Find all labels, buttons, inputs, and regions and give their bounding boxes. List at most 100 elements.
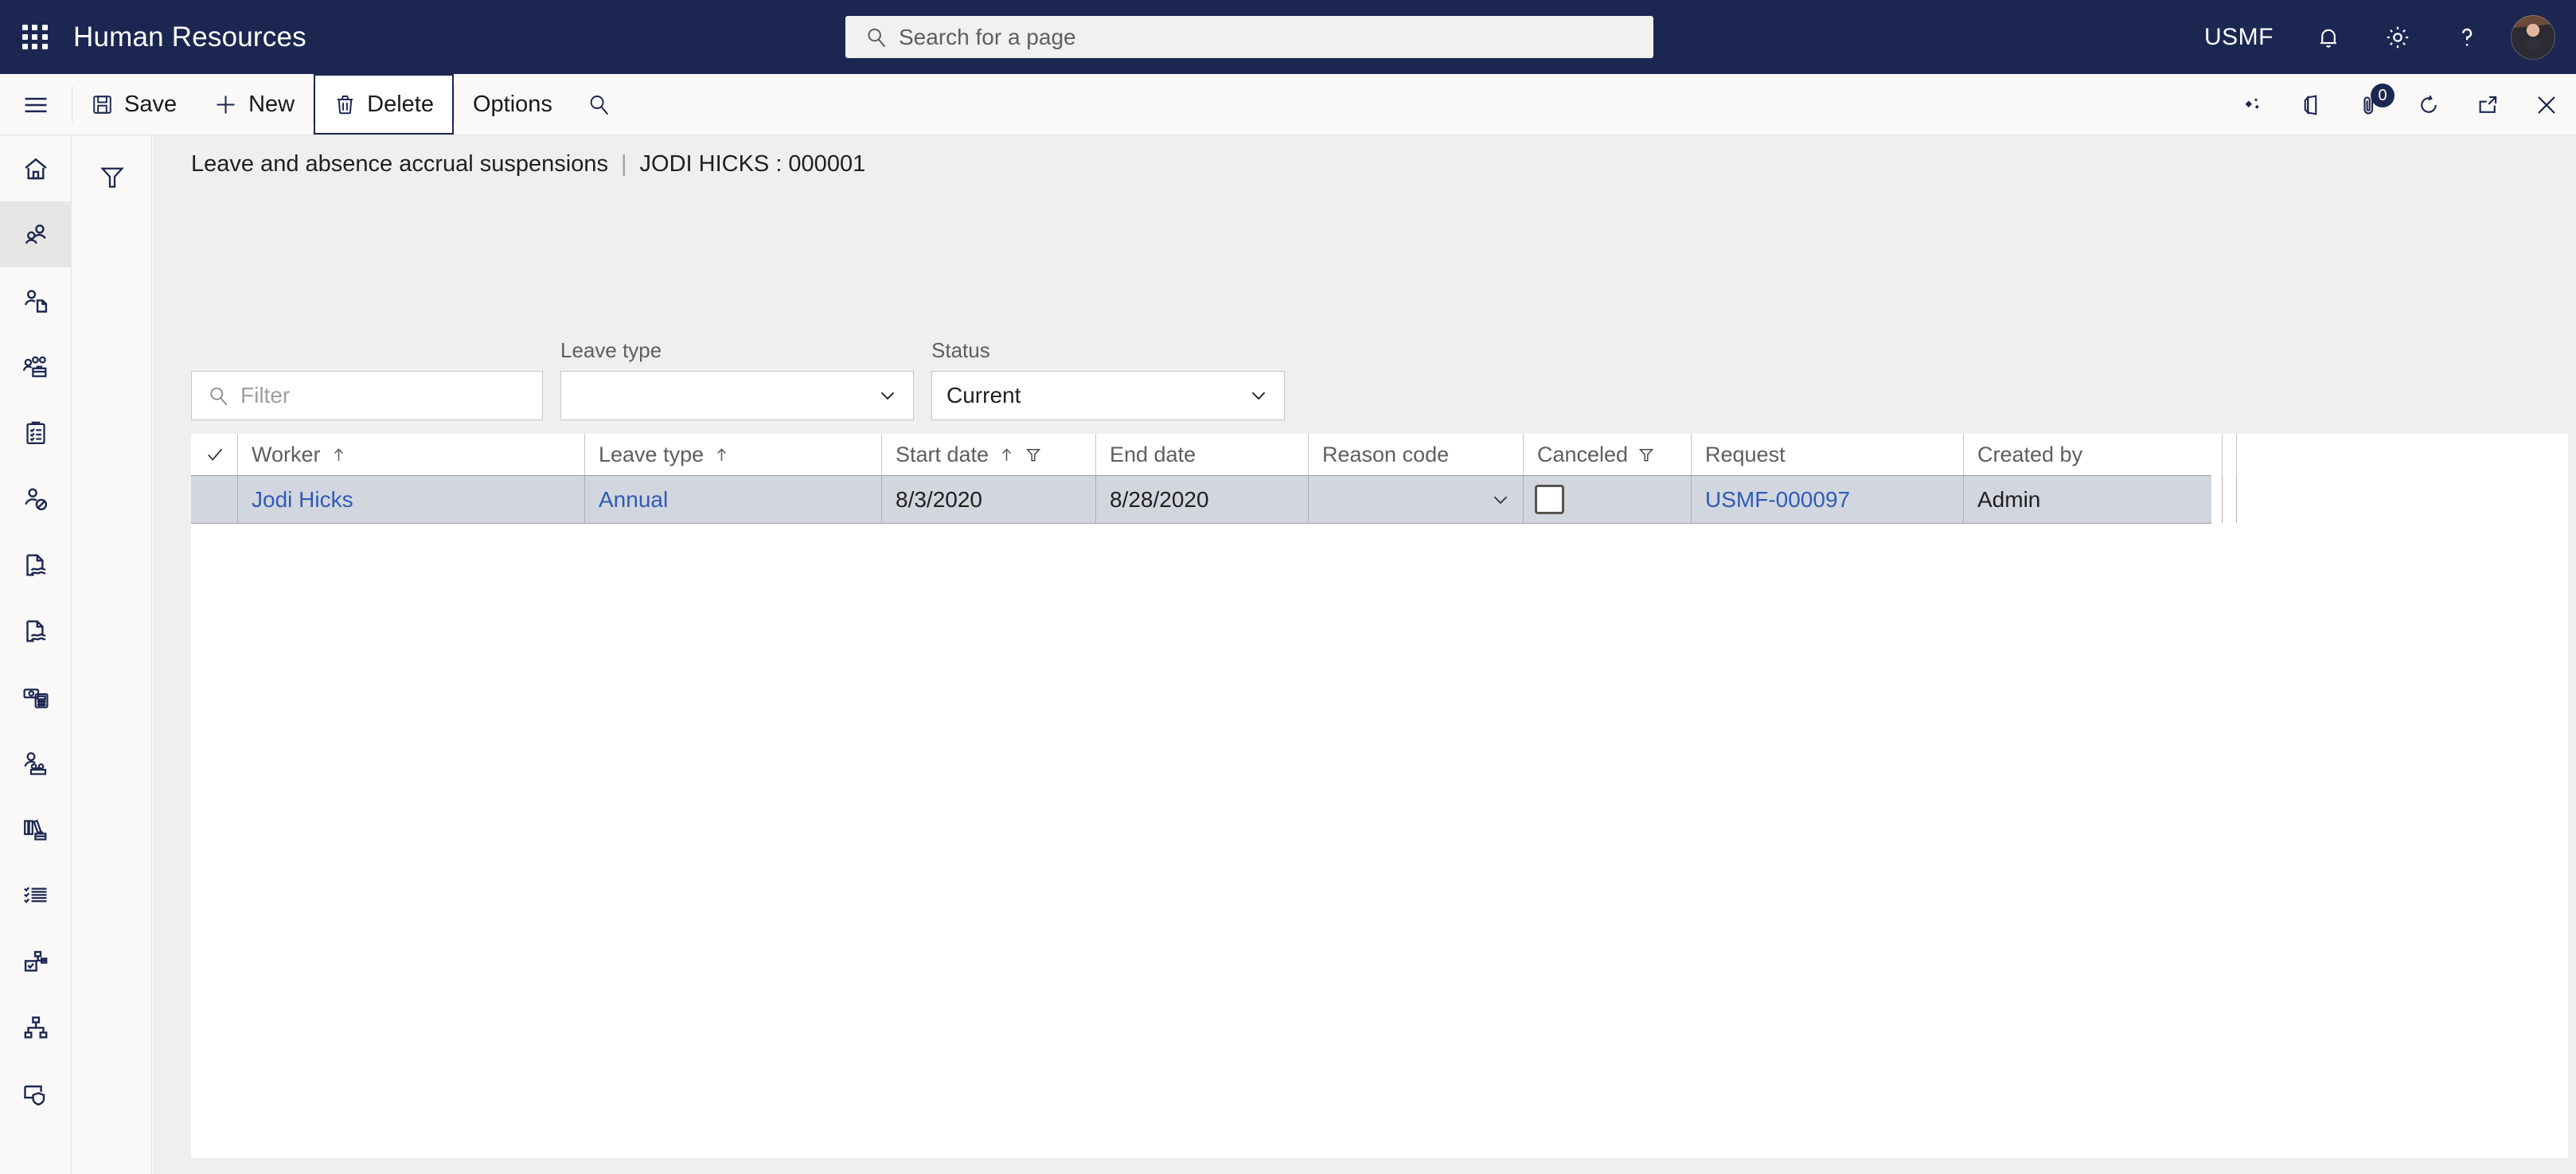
sidebar-item-employment[interactable] bbox=[0, 532, 72, 598]
leave-type-label: Leave type bbox=[560, 338, 662, 362]
save-disk-icon bbox=[91, 93, 114, 116]
cell-request[interactable]: USMF-000097 bbox=[1692, 476, 1964, 523]
sidebar-item-teams[interactable] bbox=[0, 333, 72, 400]
select-all-column-header[interactable] bbox=[191, 434, 238, 475]
command-bar-right-actions: 0 bbox=[2223, 74, 2576, 135]
delete-button[interactable]: Delete bbox=[314, 74, 454, 135]
sidebar-item-benefits[interactable] bbox=[0, 730, 72, 796]
refresh-circle-icon[interactable] bbox=[2399, 74, 2458, 135]
sidebar-item-tasks[interactable] bbox=[0, 400, 72, 466]
sidebar-item-leave-and-absence[interactable] bbox=[0, 466, 72, 532]
breadcrumb-separator: | bbox=[620, 151, 627, 177]
cell-created-by[interactable]: Admin bbox=[1964, 476, 2223, 523]
chevron-down-icon bbox=[1247, 384, 1284, 407]
close-x-icon[interactable] bbox=[2517, 74, 2576, 135]
new-button[interactable]: New bbox=[195, 74, 313, 135]
trash-can-icon bbox=[334, 93, 357, 116]
top-navigation-bar: Human Resources Search for a page USMF bbox=[0, 0, 2576, 74]
status-field: Status Current bbox=[931, 338, 1285, 420]
column-header-worker[interactable]: Worker bbox=[238, 434, 585, 475]
filter-pane bbox=[72, 135, 152, 1174]
hamburger-menu-icon[interactable] bbox=[0, 74, 72, 135]
column-header-reason-code[interactable]: Reason code bbox=[1309, 434, 1524, 475]
sidebar-item-workforce-management[interactable] bbox=[0, 201, 72, 267]
sidebar-item-compensation[interactable] bbox=[0, 664, 72, 730]
filter-funnel-icon[interactable] bbox=[88, 153, 136, 201]
sort-ascending-icon bbox=[998, 447, 1015, 463]
column-header-created-by[interactable]: Created by bbox=[1964, 434, 2223, 475]
search-input[interactable]: Filter bbox=[191, 371, 543, 420]
save-button[interactable]: Save bbox=[72, 74, 195, 135]
cell-filler bbox=[2223, 476, 2237, 523]
table-row[interactable]: Jodi Hicks Annual 8/3/2020 8/28/2020 USM… bbox=[191, 476, 2237, 524]
column-header-request[interactable]: Request bbox=[1692, 434, 1964, 475]
filter-funnel-icon[interactable] bbox=[1025, 446, 1042, 463]
sidebar-item-home[interactable] bbox=[0, 135, 72, 201]
content-area: Leave and absence accrual suspensions | … bbox=[153, 135, 2576, 1174]
cell-worker[interactable]: Jodi Hicks bbox=[238, 476, 585, 523]
open-in-new-window-icon[interactable] bbox=[2458, 74, 2517, 135]
search-icon bbox=[208, 385, 229, 407]
column-header-leave-type[interactable]: Leave type bbox=[585, 434, 882, 475]
chevron-down-icon bbox=[876, 384, 913, 407]
cell-end-date[interactable]: 8/28/2020 bbox=[1096, 476, 1309, 523]
column-header-canceled[interactable]: Canceled bbox=[1524, 434, 1692, 475]
attachment-clip-icon[interactable]: 0 bbox=[2340, 74, 2399, 135]
delete-button-label: Delete bbox=[367, 91, 434, 117]
column-header-label: Worker bbox=[252, 442, 321, 466]
sidebar-item-positions[interactable] bbox=[0, 928, 72, 994]
status-select[interactable]: Current bbox=[931, 371, 1285, 420]
status-value: Current bbox=[946, 383, 1021, 408]
cell-leave-type[interactable]: Annual bbox=[585, 476, 882, 523]
column-header-filler bbox=[2223, 434, 2237, 475]
global-search-placeholder: Search for a page bbox=[899, 24, 1076, 49]
avatar[interactable] bbox=[2511, 14, 2555, 60]
new-button-label: New bbox=[248, 91, 295, 117]
column-header-start-date[interactable]: Start date bbox=[882, 434, 1096, 475]
question-mark-icon[interactable] bbox=[2433, 0, 2501, 74]
filter-funnel-icon[interactable] bbox=[1637, 446, 1655, 463]
column-header-label: Request bbox=[1705, 442, 1786, 466]
global-search-box[interactable]: Search for a page bbox=[845, 16, 1653, 58]
search-input-placeholder: Filter bbox=[240, 383, 291, 408]
sidebar-item-organization[interactable] bbox=[0, 994, 72, 1060]
company-selector[interactable]: USMF bbox=[2184, 0, 2294, 74]
column-header-label: End date bbox=[1110, 442, 1196, 466]
sidebar-item-recruitment[interactable] bbox=[0, 267, 72, 333]
cell-reason-code[interactable] bbox=[1309, 476, 1524, 523]
waffle-grid-icon[interactable] bbox=[18, 20, 53, 55]
grid-header-row: Worker Leave type Start date End date Re… bbox=[191, 434, 2237, 476]
attachment-count-badge: 0 bbox=[2371, 84, 2395, 107]
search-icon[interactable] bbox=[571, 74, 628, 135]
sidebar-item-security[interactable] bbox=[0, 1060, 72, 1126]
quick-filter-field: Filter bbox=[191, 338, 543, 420]
plus-icon bbox=[213, 92, 238, 117]
search-icon bbox=[865, 26, 888, 49]
leave-type-field: Leave type bbox=[560, 338, 914, 420]
sidebar-item-questionnaires[interactable] bbox=[0, 862, 72, 928]
sidebar-item-contracts[interactable] bbox=[0, 598, 72, 664]
sort-ascending-icon bbox=[330, 447, 347, 463]
office-apps-icon[interactable] bbox=[2281, 74, 2340, 135]
cell-start-date[interactable]: 8/3/2020 bbox=[882, 476, 1096, 523]
command-bar: Save New Delete Options 0 bbox=[0, 74, 2576, 135]
save-button-label: Save bbox=[124, 91, 178, 117]
column-header-label: Leave type bbox=[599, 442, 704, 466]
data-grid: Worker Leave type Start date End date Re… bbox=[191, 434, 2568, 1158]
canceled-checkbox[interactable] bbox=[1535, 485, 1564, 514]
app-title: Human Resources bbox=[73, 21, 306, 53]
column-header-label: Reason code bbox=[1322, 442, 1450, 466]
bell-icon[interactable] bbox=[2294, 0, 2363, 74]
options-button[interactable]: Options bbox=[455, 74, 571, 135]
sparkle-diamond-icon[interactable] bbox=[2223, 74, 2281, 135]
sidebar-item-learning[interactable] bbox=[0, 796, 72, 862]
breadcrumb: Leave and absence accrual suspensions | … bbox=[191, 151, 865, 177]
row-selector[interactable] bbox=[191, 476, 238, 523]
cell-canceled[interactable] bbox=[1524, 476, 1692, 523]
chevron-down-icon[interactable] bbox=[1489, 489, 1512, 511]
column-header-label: Start date bbox=[896, 442, 989, 466]
column-header-end-date[interactable]: End date bbox=[1096, 434, 1309, 475]
gear-icon[interactable] bbox=[2363, 0, 2433, 74]
leave-type-select[interactable] bbox=[560, 371, 914, 420]
top-bar-actions: USMF bbox=[2184, 0, 2576, 74]
